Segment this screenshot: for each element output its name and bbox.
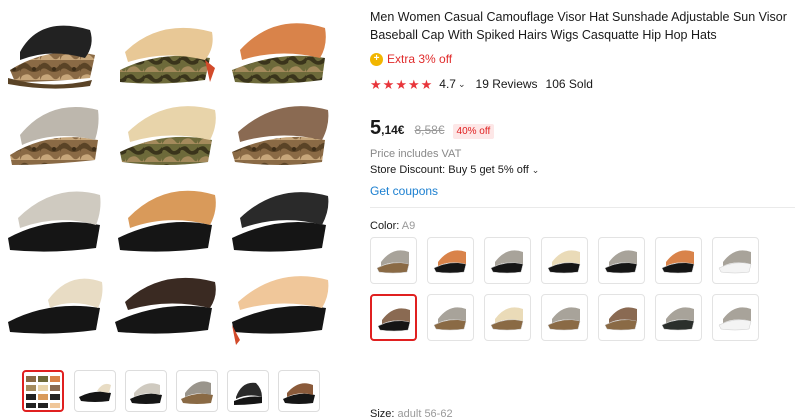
star-rating: ★ ★ ★ ★ ★ — [370, 78, 433, 91]
size-value: adult 56-62 — [397, 408, 453, 417]
coin-icon: + — [370, 52, 383, 66]
color-swatch[interactable] — [598, 237, 645, 284]
hat-black-blonde-orange-hair — [232, 276, 329, 345]
reviews-link[interactable]: 19 Reviews — [476, 77, 538, 91]
hat-camo-gray-hair — [10, 107, 99, 165]
color-swatch[interactable] — [655, 237, 702, 284]
color-swatch[interactable] — [484, 237, 531, 284]
thumbnail-2[interactable] — [74, 370, 116, 412]
color-swatch[interactable] — [541, 294, 588, 341]
color-swatch[interactable] — [712, 237, 759, 284]
hat-black-blonde-hair — [8, 278, 103, 334]
thumbnail-1[interactable] — [22, 370, 64, 412]
size-label-text: Size: — [370, 408, 395, 417]
size-label: Size: adult 56-62 — [370, 408, 453, 417]
color-swatch[interactable] — [655, 294, 702, 341]
color-swatch[interactable] — [541, 237, 588, 284]
divider — [370, 207, 795, 208]
star-icon: ★ — [407, 76, 420, 92]
hat-black-orange-hair — [118, 190, 216, 252]
color-swatch[interactable] — [598, 294, 645, 341]
product-title: Men Women Casual Camouflage Visor Hat Su… — [370, 10, 787, 42]
thumbnail-4[interactable] — [176, 370, 218, 412]
thumbnail-5[interactable] — [227, 370, 269, 412]
main-product-image[interactable] — [0, 0, 344, 350]
discount-badge: 40% off — [452, 124, 495, 139]
star-icon: ★ — [420, 76, 433, 92]
color-label: Color: A9 — [370, 220, 415, 232]
image-gallery — [0, 0, 350, 417]
sold-count: 106 Sold — [545, 77, 593, 91]
rating-row: ★ ★ ★ ★ ★ 4.7 ⌄ 19 Reviews 106 Sold — [370, 76, 593, 92]
color-swatch[interactable] — [712, 294, 759, 341]
thumbnail-6[interactable] — [278, 370, 320, 412]
color-swatch[interactable] — [427, 294, 474, 341]
price-row: 5 ,14€ 8,58€ 40% off — [370, 117, 495, 139]
vat-note: Price includes VAT — [370, 148, 462, 160]
extra-discount-text: Extra 3% off — [387, 52, 453, 66]
rating-value[interactable]: 4.7 — [439, 77, 456, 91]
price-fraction: ,14€ — [381, 123, 405, 137]
hat-black-brown-hair — [115, 277, 216, 334]
color-label-text: Color: — [370, 220, 400, 232]
get-coupons-link[interactable]: Get coupons — [370, 184, 438, 198]
extra-discount-tag[interactable]: + Extra 3% off — [370, 51, 452, 67]
hat-camo-blonde-hair-2 — [120, 106, 216, 165]
hat-camo-brown-hair — [232, 106, 329, 165]
store-discount[interactable]: Store Discount: Buy 5 get 5% off ⌄ — [370, 164, 539, 176]
color-swatch[interactable] — [370, 237, 417, 284]
color-value: A9 — [401, 220, 416, 232]
chevron-down-icon: ⌄ — [531, 164, 540, 175]
hat-black-dark-hair — [232, 192, 329, 252]
hat-camo-blonde-hair — [120, 27, 215, 84]
star-icon: ★ — [382, 76, 395, 92]
chevron-down-icon[interactable]: ⌄ — [458, 79, 466, 90]
color-swatch[interactable] — [370, 294, 417, 341]
hat-black-gray-hair — [8, 191, 101, 252]
color-swatch[interactable] — [427, 237, 474, 284]
color-swatch[interactable] — [484, 294, 531, 341]
hat-camo-black-hair — [8, 25, 95, 89]
hat-collage — [8, 23, 329, 345]
thumbnail-3[interactable] — [125, 370, 167, 412]
original-price: 8,58€ — [414, 123, 445, 137]
product-info: Men Women Casual Camouflage Visor Hat Su… — [370, 0, 795, 417]
star-icon: ★ — [370, 76, 382, 92]
hat-camo-orange-hair — [232, 23, 326, 84]
star-icon: ★ — [395, 76, 407, 92]
store-discount-text: Store Discount: Buy 5 get 5% off — [370, 164, 529, 176]
price-integer: 5 — [370, 117, 382, 139]
